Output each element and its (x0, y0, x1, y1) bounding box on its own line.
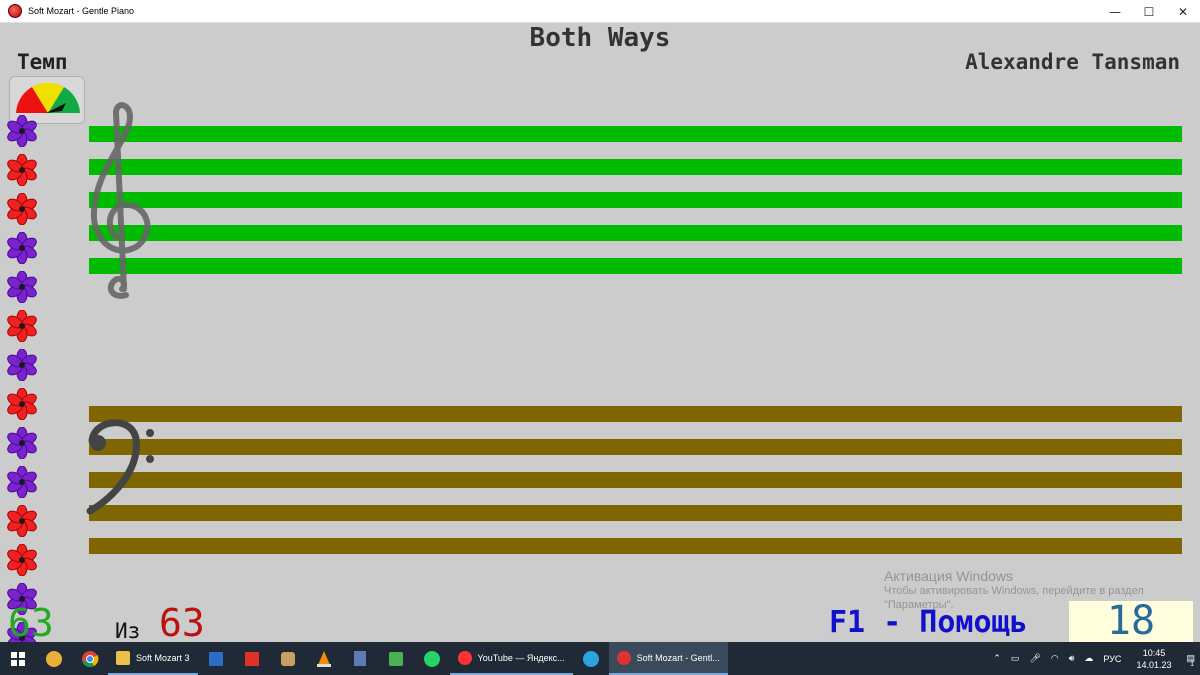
red-flower-icon (7, 153, 37, 187)
microphone-icon[interactable]: 🎤︎ (1029, 653, 1040, 664)
bass-staff-line (89, 439, 1182, 455)
notifications-icon[interactable]: ▤ 1 (1186, 653, 1195, 668)
yandex-icon (457, 650, 472, 665)
volume-icon[interactable]: 🔊︎ (1069, 653, 1075, 664)
treble-staff-line (89, 126, 1182, 142)
help-hint[interactable]: F1 - Помощь (829, 605, 1028, 640)
vlc-icon[interactable] (306, 642, 342, 675)
red-flower-icon (7, 543, 37, 577)
bass-staff-line (89, 538, 1182, 554)
taskbar-pinned-app-icon[interactable] (36, 642, 72, 675)
whatsapp-icon[interactable] (414, 642, 450, 675)
notifications-count: 1 (1190, 661, 1194, 668)
score-display: 18 (1069, 601, 1193, 642)
start-button[interactable] (0, 642, 36, 675)
treble-staff-line (89, 258, 1182, 274)
clock[interactable]: 10:45 14.01.23 (1136, 647, 1171, 671)
treble-staff-line (89, 225, 1182, 241)
vlc-cone-icon (316, 650, 331, 667)
notes-played-count: 63 (8, 601, 54, 645)
anydesk-icon[interactable] (234, 642, 270, 675)
bass-staff-line (89, 472, 1182, 488)
taskbar-app-soft-mozart[interactable]: Soft Mozart - Gentl... (608, 642, 728, 675)
app-root: Soft Mozart - Gentle Piano — ☐ ✕ Both Wa… (0, 0, 1200, 675)
tempo-label: Темп (17, 50, 68, 74)
app-icon (8, 4, 22, 18)
taskbar-app-label: Soft Mozart - Gentl... (636, 652, 720, 663)
taskbar-app-label: Soft Mozart 3 (136, 652, 190, 663)
activation-title: Активация Windows (884, 568, 1014, 584)
chrome-icon[interactable] (72, 642, 108, 675)
maximize-button[interactable]: ☐ (1132, 0, 1166, 23)
treble-staff-line (89, 159, 1182, 175)
window-controls: — ☐ ✕ (1098, 0, 1200, 23)
folder-icon (116, 650, 130, 665)
taskbar: Soft Mozart 3 YouTube — Яндекс... Soft M… (0, 642, 1200, 675)
red-flower-icon (7, 192, 37, 226)
calculator-icon[interactable] (342, 642, 378, 675)
purple-flower-icon (7, 426, 37, 460)
window-title: Soft Mozart - Gentle Piano (28, 6, 135, 16)
minimize-button[interactable]: — (1098, 0, 1132, 23)
onedrive-icon[interactable]: ☁ (1084, 653, 1093, 664)
red-flower-icon (7, 309, 37, 343)
of-label: Из (115, 619, 141, 643)
bass-staff-line (89, 505, 1182, 521)
treble-staff-line (89, 192, 1182, 208)
wifi-icon[interactable]: ◠ (1051, 653, 1059, 664)
flower-column (6, 114, 40, 661)
store-icon[interactable] (378, 642, 414, 675)
notes-total-count: 63 (159, 601, 205, 645)
music-canvas: Both Ways Alexandre Tansman Темп Активац… (0, 23, 1200, 655)
paint-icon[interactable] (270, 642, 306, 675)
bass-clef-icon (86, 419, 154, 515)
language-indicator[interactable]: РУС (1103, 654, 1121, 664)
red-flower-icon (7, 504, 37, 538)
clock-time: 10:45 (1142, 647, 1166, 658)
windows-logo-icon (11, 651, 25, 666)
purple-flower-icon (7, 270, 37, 304)
bass-staff-line (89, 406, 1182, 422)
purple-flower-icon (7, 465, 37, 499)
red-flower-icon (7, 387, 37, 421)
telegram-icon[interactable] (573, 642, 609, 675)
system-tray: ⌃ ▭ 🎤︎ ◠ 🔊︎ ☁ РУС 10:45 14.01.23 ▤ 1 (988, 642, 1200, 675)
taskbar-app-label: YouTube — Яндекс... (477, 652, 565, 663)
title-bar: Soft Mozart - Gentle Piano — ☐ ✕ (0, 0, 1200, 23)
composer-name: Alexandre Tansman (965, 50, 1180, 74)
chevron-up-icon[interactable]: ⌃ (993, 653, 1001, 664)
clock-date: 14.01.23 (1136, 659, 1172, 670)
purple-flower-icon (7, 231, 37, 265)
taskbar-app-youtube[interactable]: YouTube — Яндекс... (449, 642, 573, 675)
network-device-icon[interactable]: ▭ (1011, 653, 1020, 664)
close-button[interactable]: ✕ (1166, 0, 1200, 23)
chrome-logo-icon (82, 650, 99, 667)
purple-flower-icon (7, 348, 37, 382)
soft-mozart-icon (616, 650, 631, 665)
taskbar-app-soft-mozart-folder[interactable]: Soft Mozart 3 (108, 642, 198, 675)
treble-clef-icon (90, 102, 151, 299)
song-title: Both Ways (529, 23, 671, 53)
save-icon[interactable] (198, 642, 234, 675)
purple-flower-icon (7, 114, 37, 148)
